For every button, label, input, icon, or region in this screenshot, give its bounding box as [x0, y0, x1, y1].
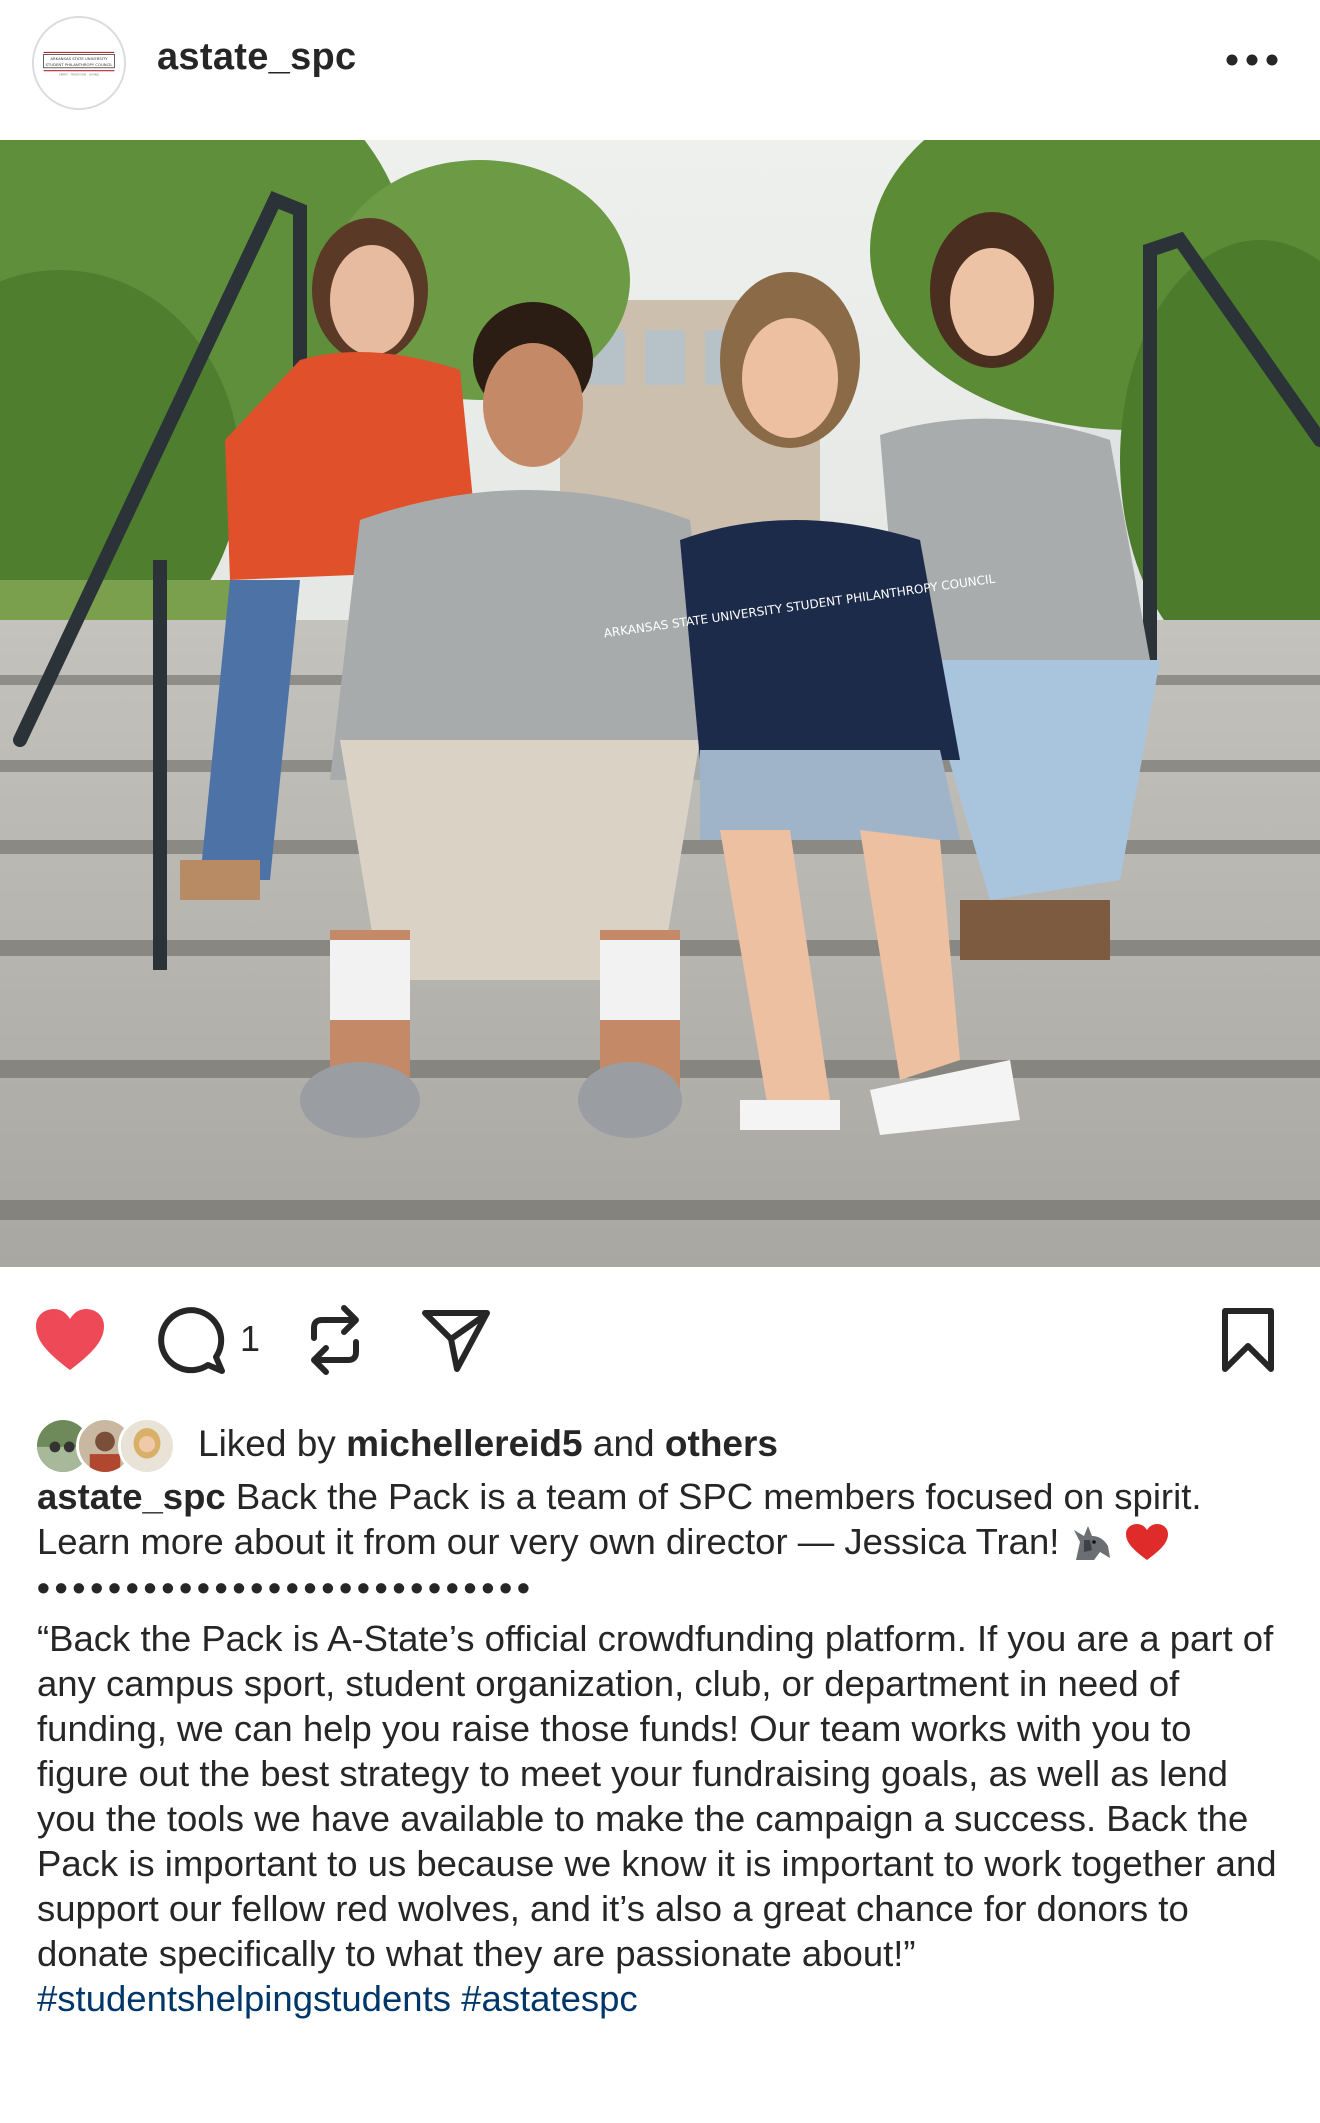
post-username[interactable]: astate_spc — [157, 36, 356, 79]
more-options-button[interactable] — [1222, 40, 1282, 80]
caption-quote: “Back the Pack is A-State’s official cro… — [37, 1618, 1277, 1974]
hashtag-link[interactable]: #studentshelpingstudents — [37, 1978, 451, 2019]
post-caption: astate_spc Back the Pack is a team of SP… — [37, 1474, 1287, 2021]
repost-button[interactable] — [302, 1303, 368, 1377]
liker-avatars[interactable] — [34, 1417, 194, 1475]
ellipsis-horizontal-icon — [1226, 54, 1278, 66]
hashtag-link[interactable]: #astatespc — [461, 1978, 638, 2019]
svg-text:STUDENT PHILANTHROPY COUNCIL: STUDENT PHILANTHROPY COUNCIL — [45, 62, 113, 67]
post-photo[interactable]: ARKANSAS STATE UNIVERSITY STUDENT PHILAN… — [0, 140, 1320, 1267]
likes-row: Liked by michellereid5 and others — [34, 1415, 1294, 1477]
group-photo-image: ARKANSAS STATE UNIVERSITY STUDENT PHILAN… — [0, 140, 1320, 1267]
likes-prefix: Liked by — [198, 1423, 347, 1464]
likes-others[interactable]: others — [665, 1423, 778, 1464]
post-header: ARKANSAS STATE UNIVERSITY STUDENT PHILAN… — [0, 0, 1320, 140]
liker-avatar — [118, 1417, 176, 1475]
heart-icon — [36, 1309, 104, 1370]
repost-icon — [311, 1305, 359, 1375]
caption-intro: astate_spc Back the Pack is a team of SP… — [37, 1474, 1287, 1572]
bookmark-icon — [1222, 1308, 1274, 1372]
svg-text:SPIRIT · TRADITION · GIVING: SPIRIT · TRADITION · GIVING — [59, 72, 99, 76]
post-action-bar: 1 — [0, 1267, 1320, 1417]
share-icon — [422, 1310, 490, 1372]
comment-icon — [158, 1307, 225, 1374]
likes-middle: and — [582, 1423, 665, 1464]
svg-text:ARKANSAS STATE UNIVERSITY: ARKANSAS STATE UNIVERSITY — [50, 56, 108, 61]
like-button[interactable] — [32, 1305, 108, 1375]
save-button[interactable] — [1218, 1303, 1278, 1377]
caption-dots-separator: •••••••••••••••••••••••••••• — [37, 1574, 535, 1608]
spc-logo: ARKANSAS STATE UNIVERSITY STUDENT PHILAN… — [34, 18, 124, 108]
wolf-emoji-icon — [1070, 1522, 1114, 1572]
comment-count[interactable]: 1 — [240, 1318, 260, 1360]
likes-text[interactable]: Liked by michellereid5 and others — [198, 1423, 778, 1465]
profile-avatar[interactable]: ARKANSAS STATE UNIVERSITY STUDENT PHILAN… — [32, 16, 126, 110]
comment-button[interactable] — [156, 1305, 228, 1377]
caption-hashtags: #studentshelpingstudents #astatespc — [37, 1976, 1287, 2021]
heart-emoji-icon — [1124, 1522, 1170, 1572]
caption-username[interactable]: astate_spc — [37, 1476, 226, 1517]
liker-username[interactable]: michellereid5 — [346, 1423, 583, 1464]
share-button[interactable] — [420, 1305, 492, 1375]
